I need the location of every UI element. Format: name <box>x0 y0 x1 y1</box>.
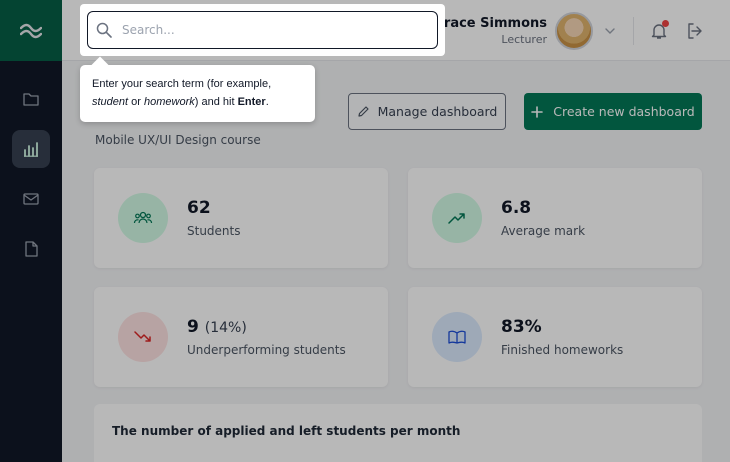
tooltip-example-student: student <box>92 96 129 109</box>
search-input[interactable] <box>122 23 412 37</box>
tooltip-or: or <box>128 96 144 109</box>
search-highlight <box>80 4 445 56</box>
tooltip-line1: Enter your search term (for example, <box>92 78 272 90</box>
search-tooltip: Enter your search term (for example, stu… <box>80 65 315 122</box>
tooltip-end: . <box>265 96 269 109</box>
tooltip-mid: ) and hit <box>194 96 238 109</box>
search-icon <box>96 22 112 38</box>
tooltip-enter-key: Enter <box>237 96 266 109</box>
tooltip-example-homework: homework <box>144 96 195 109</box>
search-box <box>87 11 438 49</box>
